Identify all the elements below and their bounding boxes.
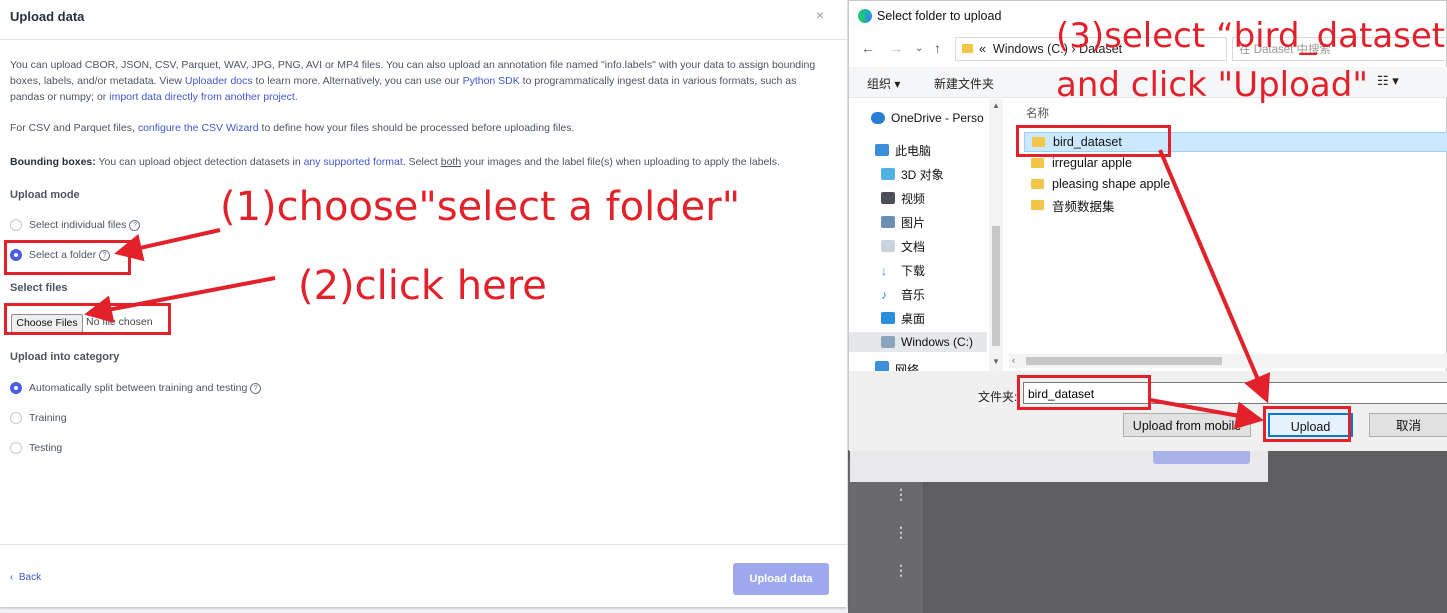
annotation-step1: (1)choose"select a folder" — [220, 184, 741, 230]
arrow-step3-folder — [1158, 149, 1271, 404]
annotation-step3-line1: (3)select “bird_dataset” — [1056, 16, 1447, 56]
arrow-step3-upload — [1149, 398, 1264, 430]
annotation-step2: (2)click here — [298, 263, 547, 309]
annotation-step3-line2: and click "Upload" — [1056, 65, 1368, 105]
arrow-step2 — [84, 276, 276, 323]
arrow-step1 — [114, 228, 221, 262]
